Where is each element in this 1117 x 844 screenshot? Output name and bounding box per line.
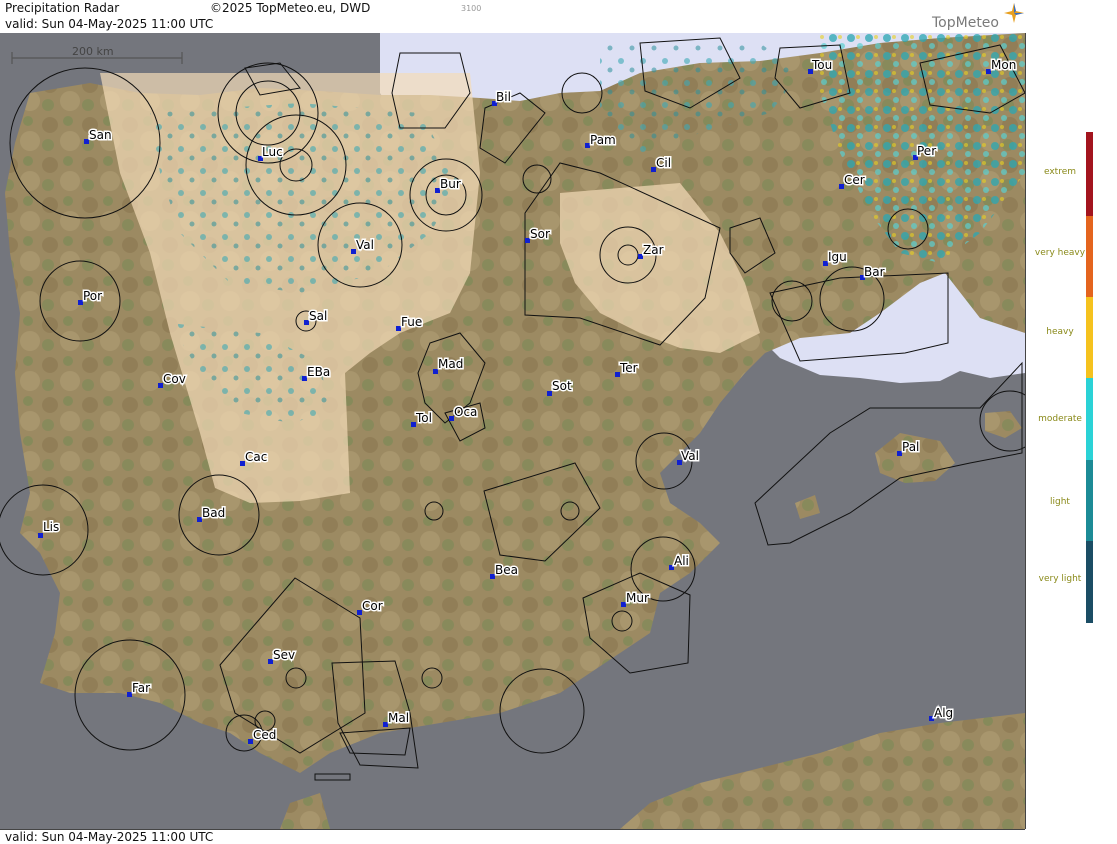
station-label: Fue xyxy=(401,315,422,329)
station-label: Cil xyxy=(656,156,671,170)
station-mon[interactable]: Mon xyxy=(986,57,1018,74)
station-mur[interactable]: Mur xyxy=(621,590,650,607)
station-bar[interactable]: Bar xyxy=(860,264,886,281)
footer-valid-time: valid: Sun 04-May-2025 11:00 UTC xyxy=(5,830,214,844)
station-label: Cov xyxy=(163,372,186,386)
station-label: Mal xyxy=(388,711,409,725)
station-label: Bar xyxy=(864,265,885,279)
legend-label-moderate: moderate xyxy=(1038,414,1082,424)
station-label: San xyxy=(89,128,112,142)
footer-bar: valid: Sun 04-May-2025 11:00 UTC xyxy=(0,829,1025,844)
station-label: Sev xyxy=(273,648,295,662)
station-per[interactable]: Per xyxy=(913,143,938,160)
map-svg: 200 km San Luc Bur Bil Pam Cil Tou Mon P… xyxy=(0,33,1025,829)
station-label: Lis xyxy=(43,520,59,534)
station-label: Val xyxy=(681,449,699,463)
legend-label-heavy: heavy xyxy=(1046,327,1074,337)
station-label: Zar xyxy=(643,243,664,257)
station-label: Pal xyxy=(902,440,919,454)
station-cac[interactable]: Cac xyxy=(240,449,269,466)
station-bea[interactable]: Bea xyxy=(490,562,519,579)
station-label: EBa xyxy=(307,365,330,379)
station-eba[interactable]: EBa xyxy=(302,364,332,381)
legend-swatch-heavy xyxy=(1086,297,1093,378)
station-label: Igu xyxy=(828,250,847,264)
station-label: Bad xyxy=(202,506,225,520)
station-label: Cer xyxy=(844,173,865,187)
radar-map[interactable]: 200 km San Luc Bur Bil Pam Cil Tou Mon P… xyxy=(0,33,1026,829)
station-label: Luc xyxy=(262,145,283,159)
station-label: Val xyxy=(356,238,374,252)
legend-label-very-light: very light xyxy=(1038,574,1082,584)
station-label: Bur xyxy=(440,177,461,191)
station-label: Far xyxy=(132,681,150,695)
station-san[interactable]: San xyxy=(84,127,113,144)
station-label: Ter xyxy=(619,361,638,375)
station-label: Por xyxy=(83,289,102,303)
station-label: Cac xyxy=(245,450,267,464)
station-label: Tol xyxy=(415,411,432,425)
station-label: Per xyxy=(917,144,936,158)
station-label: Sal xyxy=(309,309,327,323)
valid-time: valid: Sun 04-May-2025 11:00 UTC xyxy=(5,17,214,31)
station-val2[interactable]: Val xyxy=(677,448,700,465)
station-ced[interactable]: Ced xyxy=(248,727,278,744)
product-code: 3100 xyxy=(461,4,482,13)
station-cov[interactable]: Cov xyxy=(158,371,187,388)
station-label: Ced xyxy=(253,728,276,742)
station-tou[interactable]: Tou xyxy=(808,57,834,74)
station-label: Sor xyxy=(530,227,550,241)
station-label: Mad xyxy=(438,357,463,371)
station-label: Oca xyxy=(454,405,477,419)
station-label: Mur xyxy=(626,591,649,605)
station-sev[interactable]: Sev xyxy=(268,647,297,664)
station-label: Tou xyxy=(811,58,832,72)
station-oca[interactable]: Oca xyxy=(449,404,479,421)
copyright: ©2025 TopMeteo.eu, DWD xyxy=(210,1,371,15)
scale-label: 200 km xyxy=(72,45,114,58)
brand-star-icon xyxy=(1004,3,1024,23)
legend-label-very-heavy: very heavy xyxy=(1034,248,1086,258)
station-label: Alg xyxy=(934,706,953,720)
station-pam[interactable]: Pam xyxy=(585,132,617,149)
map-title: Precipitation Radar xyxy=(5,1,120,15)
legend-label-extrem: extrem xyxy=(1043,167,1077,177)
station-label: Bea xyxy=(495,563,518,577)
station-label: Bil xyxy=(496,90,511,104)
station-label: Ali xyxy=(674,554,689,568)
station-bad[interactable]: Bad xyxy=(197,505,227,522)
legend-label-light: light xyxy=(1050,497,1070,507)
header-bar: Precipitation Radar ©2025 TopMeteo.eu, D… xyxy=(0,0,1025,34)
station-label: Mon xyxy=(991,58,1016,72)
station-label: Sot xyxy=(552,379,572,393)
station-luc[interactable]: Luc xyxy=(258,144,284,161)
station-label: Cor xyxy=(362,599,383,613)
brand-name: TopMeteo xyxy=(932,15,999,31)
station-label: Pam xyxy=(590,133,616,147)
